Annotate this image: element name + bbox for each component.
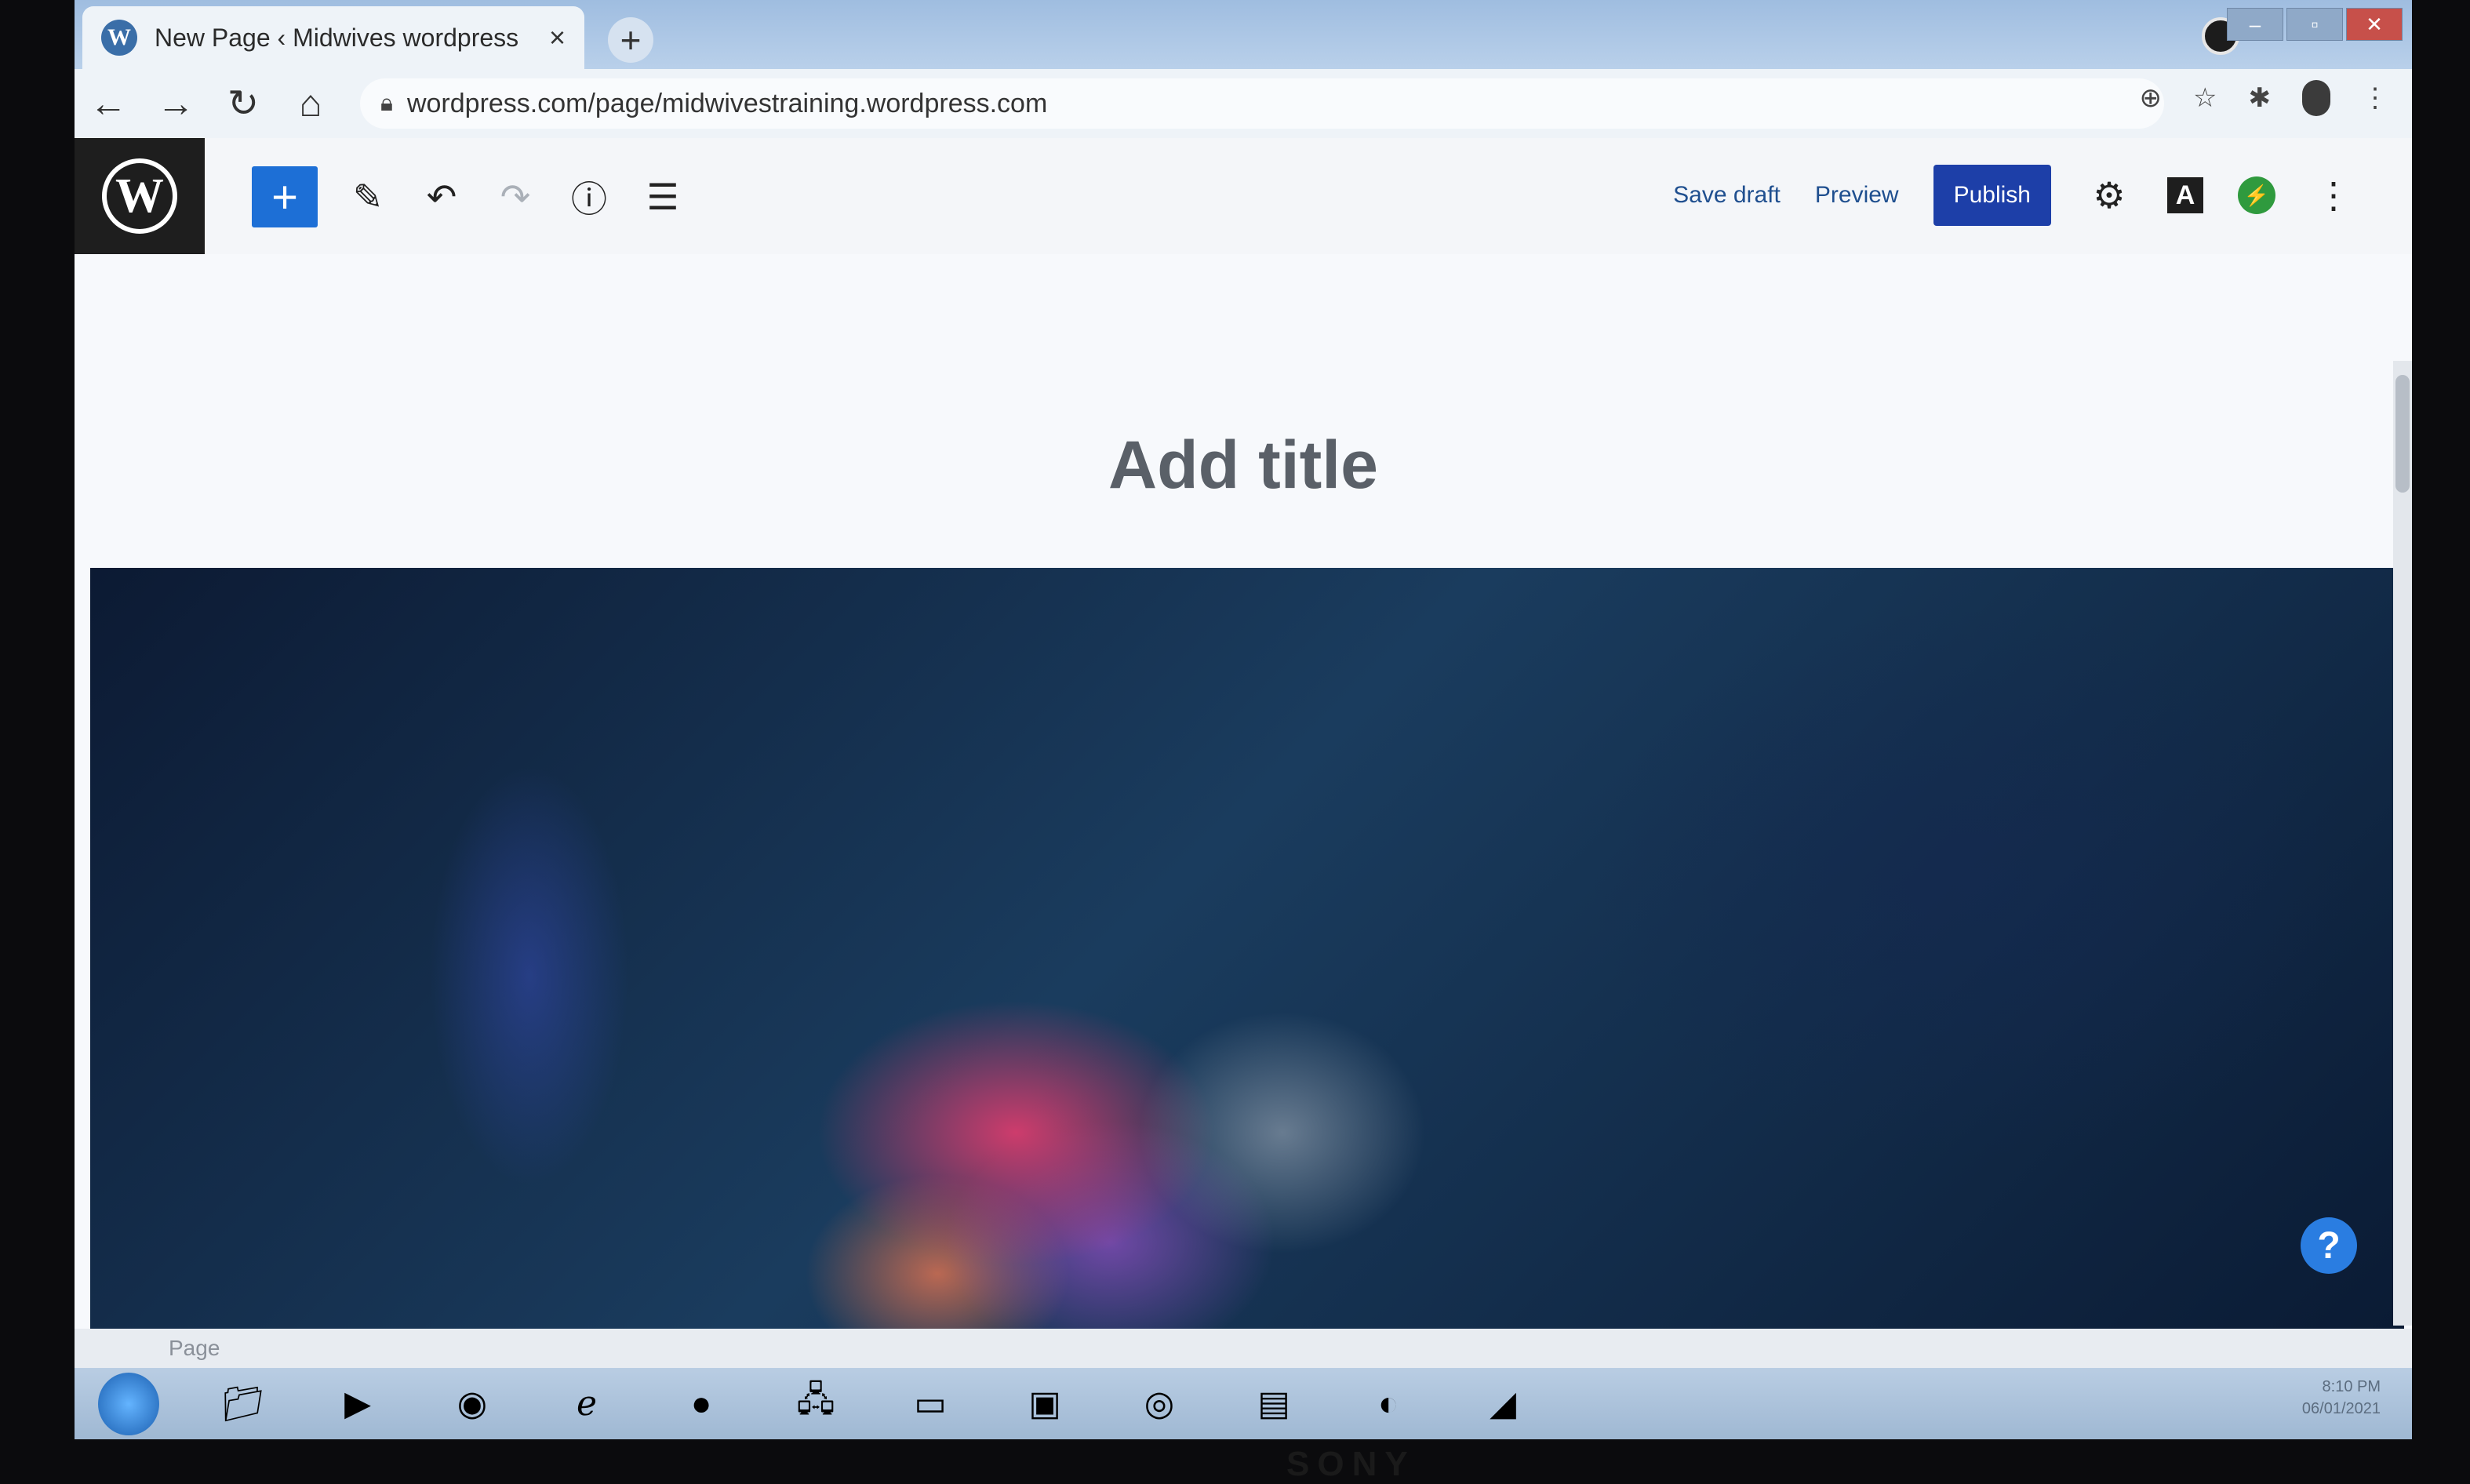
start-button[interactable] xyxy=(98,1372,159,1435)
extensions-puzzle-icon[interactable]: ✱ xyxy=(2249,82,2272,114)
maximize-button[interactable]: ▫ xyxy=(2286,8,2343,41)
lock-icon: 🔒︎ xyxy=(380,90,393,116)
redo-icon[interactable]: ↷ xyxy=(492,176,539,218)
cover-image-block[interactable]: ? xyxy=(90,568,2404,1368)
editor-header: W + ✎ ↶ ↷ ⓘ ☰ Save draft Preview Publish… xyxy=(75,138,2412,256)
jetpack-icon[interactable]: ⚡ xyxy=(2238,176,2275,214)
browser-tabstrip: W New Page ‹ Midwives wordpress × + – ▫ … xyxy=(75,0,2412,69)
profile-avatar-icon[interactable] xyxy=(2302,80,2330,116)
address-bar[interactable]: 🔒︎ wordpress.com/page/midwivestraining.w… xyxy=(360,78,2164,129)
firefox-icon[interactable]: ◉ xyxy=(442,1377,503,1431)
wordpress-logo-button[interactable]: W xyxy=(75,138,205,254)
reload-icon[interactable]: ↻ xyxy=(209,82,277,125)
block-breadcrumb[interactable]: Page xyxy=(75,1329,2412,1368)
block-inserter-button[interactable]: + xyxy=(252,166,318,227)
home-icon[interactable]: ⌂ xyxy=(277,82,344,125)
web-browser-icon[interactable]: ◐ xyxy=(1358,1377,1419,1431)
chrome-icon[interactable]: ◎ xyxy=(1129,1377,1190,1431)
browser-menu-icon[interactable]: ⋮ xyxy=(2362,82,2388,114)
tray-time: 8:10 PM xyxy=(2322,1378,2381,1395)
new-tab-button[interactable]: + xyxy=(608,17,653,63)
page-title-field[interactable]: Add title xyxy=(75,427,2412,504)
windows-orb-icon xyxy=(98,1372,159,1435)
save-draft-button[interactable]: Save draft xyxy=(1673,182,1781,209)
browser-tab[interactable]: W New Page ‹ Midwives wordpress × xyxy=(82,6,584,69)
pdf-reader-icon[interactable]: ◢ xyxy=(1472,1377,1533,1431)
tab-close-icon[interactable]: × xyxy=(549,21,566,54)
folder-icon[interactable]: ▭ xyxy=(900,1377,961,1431)
internet-explorer-icon[interactable]: ℯ xyxy=(556,1377,617,1431)
monitor-brand: SONY xyxy=(1286,1445,1416,1483)
back-arrow-icon[interactable]: ← xyxy=(75,82,142,125)
screen: W New Page ‹ Midwives wordpress × + – ▫ … xyxy=(75,0,2412,1439)
window-controls: – ▫ ✕ xyxy=(2227,8,2403,41)
url-text: wordpress.com/page/midwivestraining.word… xyxy=(406,88,1048,118)
publish-button[interactable]: Publish xyxy=(1933,165,2051,226)
settings-gear-icon[interactable]: ⚙ xyxy=(2086,174,2133,216)
network-app-icon[interactable]: 🖧 xyxy=(785,1377,846,1431)
remote-desktop-icon[interactable]: ▣ xyxy=(1014,1377,1075,1431)
minimize-button[interactable]: – xyxy=(2227,8,2283,41)
preview-button[interactable]: Preview xyxy=(1815,182,1899,209)
help-button[interactable]: ? xyxy=(2301,1217,2357,1274)
powerpoint-icon[interactable]: ▤ xyxy=(1243,1377,1304,1431)
editor-canvas: Add title ? xyxy=(75,254,2412,1368)
typography-a-icon[interactable]: A xyxy=(2167,177,2203,213)
scrollbar-thumb[interactable] xyxy=(2395,375,2410,493)
wordpress-favicon-icon: W xyxy=(101,20,137,56)
edit-pencil-icon[interactable]: ✎ xyxy=(344,176,391,218)
browser-toolbar: ← → ↻ ⌂ 🔒︎ wordpress.com/page/midwivestr… xyxy=(75,69,2412,138)
editor-scrollbar[interactable] xyxy=(2393,361,2412,1326)
tray-date: 06/01/2021 xyxy=(2301,1400,2381,1417)
system-tray[interactable]: 8:10 PM 06/01/2021 xyxy=(2302,1376,2381,1420)
windows-taskbar: 📁︎ ▶ ◉ ℯ ● 🖧 ▭ ▣ ◎ ▤ ◐ ◢ 8:10 PM 06/01/2… xyxy=(75,1368,2412,1439)
editor-tools: + ✎ ↶ ↷ ⓘ ☰ xyxy=(252,166,686,227)
install-app-icon[interactable]: ⊕ xyxy=(2140,82,2163,114)
file-explorer-icon[interactable]: 📁︎ xyxy=(213,1377,274,1431)
tab-title: New Page ‹ Midwives wordpress xyxy=(155,23,519,52)
more-options-icon[interactable]: ⋮ xyxy=(2310,174,2357,216)
details-info-icon[interactable]: ⓘ xyxy=(566,171,613,223)
wordpress-logo-icon: W xyxy=(102,158,177,234)
bookmark-star-icon[interactable]: ☆ xyxy=(2193,82,2217,114)
app-icon[interactable]: ● xyxy=(671,1377,732,1431)
close-window-button[interactable]: ✕ xyxy=(2346,8,2403,41)
media-player-icon[interactable]: ▶ xyxy=(327,1377,388,1431)
forward-arrow-icon[interactable]: → xyxy=(142,82,209,125)
undo-icon[interactable]: ↶ xyxy=(418,176,465,218)
list-view-icon[interactable]: ☰ xyxy=(639,176,686,218)
editor-actions: Save draft Preview Publish ⚙ A ⚡ ⋮ xyxy=(1673,165,2357,226)
extensions-row: ⊕ ☆ ✱ ⋮ xyxy=(2140,80,2388,116)
